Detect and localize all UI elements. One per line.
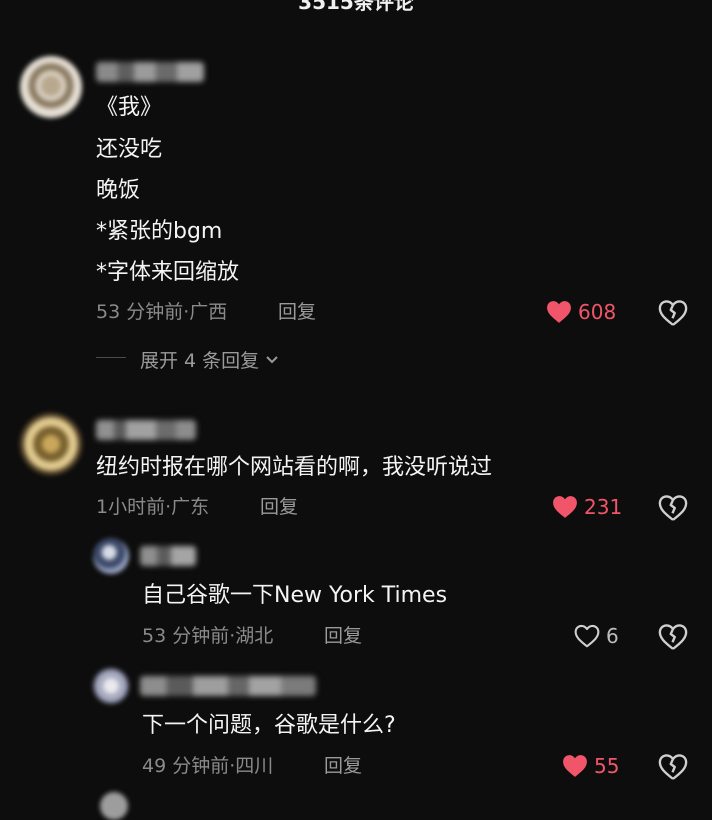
comment-text-line: 晚饭 (96, 178, 141, 203)
broken-heart-icon (658, 495, 688, 521)
avatar[interactable] (20, 56, 82, 118)
reply-text: 自己谷歌一下New York Times (142, 583, 448, 608)
avatar[interactable] (93, 538, 129, 574)
like-button[interactable]: 55 (562, 754, 619, 778)
expand-replies-button[interactable]: 展开 4 条回复 (140, 346, 279, 373)
broken-heart-icon (658, 300, 688, 326)
comment-text-line: *紧张的bgm (96, 219, 223, 244)
like-count: 55 (594, 754, 620, 778)
reply-button[interactable]: 回复 (278, 303, 316, 322)
avatar[interactable] (20, 413, 82, 475)
expand-replies-label: 展开 4 条回复 (140, 350, 260, 372)
dislike-button[interactable] (658, 753, 688, 781)
heart-outline-icon (574, 624, 600, 648)
avatar[interactable] (100, 792, 128, 820)
dislike-button[interactable] (658, 623, 688, 651)
username-blurred[interactable] (140, 676, 316, 696)
like-count: 6 (606, 624, 619, 648)
comments-count-title: 3515条评论 (298, 0, 414, 14)
username-blurred[interactable] (140, 546, 196, 566)
comment-meta: 1小时前·广东 (96, 496, 210, 518)
reply-meta: 53 分钟前·湖北 (142, 625, 274, 647)
divider (96, 357, 126, 358)
heart-icon (563, 755, 587, 777)
avatar[interactable] (93, 668, 129, 704)
reply-meta: 49 分钟前·四川 (142, 755, 274, 777)
reply-button[interactable]: 回复 (260, 498, 298, 517)
like-count: 231 (584, 495, 623, 519)
reply-button[interactable]: 回复 (324, 757, 362, 776)
reply-button[interactable]: 回复 (324, 627, 362, 646)
comment-text-line: 纽约时报在哪个网站看的啊，我没听说过 (96, 455, 493, 480)
comment-meta: 53 分钟前·广西 (96, 301, 228, 323)
username-blurred[interactable] (96, 420, 196, 440)
comment-text-line: 《我》 (96, 95, 163, 120)
username-blurred[interactable] (96, 62, 204, 82)
broken-heart-icon (658, 754, 688, 780)
reply-text: 下一个问题，谷歌是什么? (142, 713, 396, 738)
heart-icon (547, 301, 571, 323)
like-button[interactable]: 608 (546, 300, 616, 324)
comment-text-line: 还没吃 (96, 137, 163, 162)
like-button[interactable]: 6 (574, 624, 619, 648)
dislike-button[interactable] (658, 494, 688, 522)
like-button[interactable]: 231 (552, 495, 622, 519)
comment-text-line: *字体来回缩放 (96, 260, 240, 285)
like-count: 608 (578, 300, 617, 324)
heart-icon (553, 496, 577, 518)
broken-heart-icon (658, 624, 688, 650)
dislike-button[interactable] (658, 299, 688, 327)
chevron-down-icon (266, 355, 278, 363)
